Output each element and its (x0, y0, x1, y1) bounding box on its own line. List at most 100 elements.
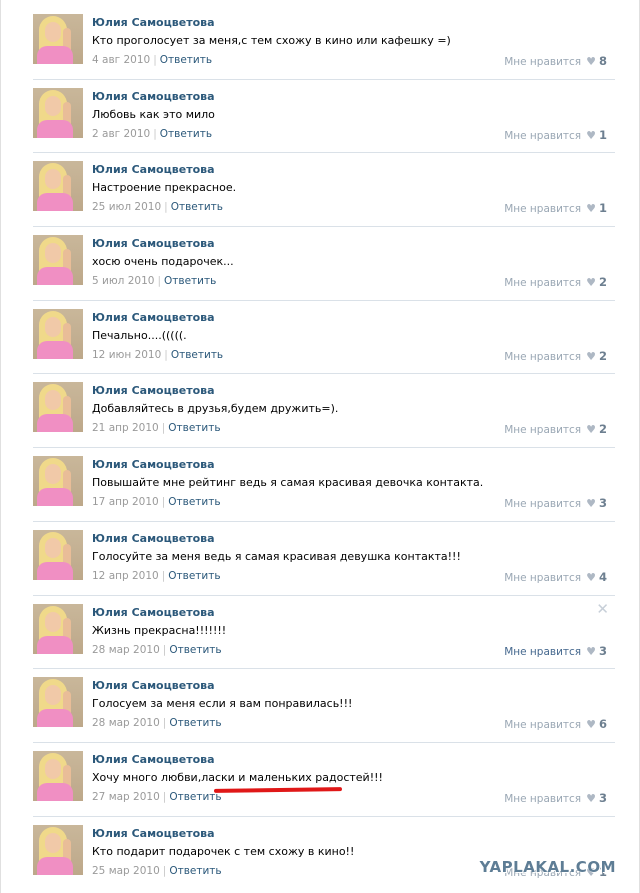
reply-link[interactable]: Ответить (171, 201, 223, 213)
post-date[interactable]: 25 июл 2010 (92, 201, 161, 213)
avatar[interactable] (33, 382, 83, 433)
post-meta: 28 мар 2010 | Ответить (92, 717, 222, 729)
post-author[interactable]: Юлия Самоцветова (92, 90, 215, 103)
reply-link[interactable]: Ответить (160, 54, 212, 66)
like-count: 6 (598, 717, 607, 732)
avatar[interactable] (33, 14, 83, 64)
reply-link[interactable]: Ответить (168, 496, 220, 508)
post-date[interactable]: 4 авг 2010 (92, 54, 150, 66)
heart-icon: ♥ (586, 202, 596, 216)
like-button[interactable]: Мне нравится ♥ 6 (504, 717, 607, 731)
post-author[interactable]: Юлия Самоцветова (92, 458, 215, 471)
post-date[interactable]: 21 апр 2010 (92, 422, 159, 434)
like-button[interactable]: Мне нравится ♥ 3 (504, 496, 607, 510)
wall-post: Юлия Самоцветова Хочу много любви,ласки … (33, 743, 615, 817)
like-button[interactable]: Мне нравится ♥ 2 (504, 349, 607, 363)
post-author[interactable]: Юлия Самоцветова (92, 606, 215, 619)
avatar[interactable] (33, 235, 83, 286)
avatar[interactable] (33, 529, 83, 580)
avatar[interactable] (33, 456, 83, 507)
post-author[interactable]: Юлия Самоцветова (92, 753, 215, 766)
like-button[interactable]: Мне нравится ♥ 1 (504, 201, 607, 215)
reply-link[interactable]: Ответить (169, 865, 221, 877)
like-button[interactable]: Мне нравится ♥ 3 (504, 644, 607, 658)
post-text: Голосуем за меня если я вам понравилась!… (92, 697, 353, 711)
heart-icon: ♥ (586, 423, 596, 437)
post-text: Кто подарит подарочек с тем схожу в кино… (92, 844, 355, 858)
post-text: Хочу много любви,ласки и маленьких радос… (92, 770, 383, 784)
post-date[interactable]: 12 июн 2010 (92, 349, 161, 361)
post-meta: 2 авг 2010 | Ответить (92, 128, 212, 140)
reply-link[interactable]: Ответить (169, 717, 221, 729)
post-author[interactable]: Юлия Самоцветова (92, 311, 215, 324)
post-date[interactable]: 27 мар 2010 (92, 791, 160, 803)
post-date[interactable]: 25 мар 2010 (92, 865, 160, 877)
like-count: 2 (598, 348, 607, 363)
post-meta: 12 июн 2010 | Ответить (92, 349, 223, 361)
like-button[interactable]: Мне нравится ♥ 2 (504, 275, 607, 289)
post-author[interactable]: Юлия Самоцветова (92, 384, 215, 397)
like-label: Мне нравится (504, 792, 582, 805)
delete-post-icon[interactable]: ✕ (596, 600, 609, 618)
meta-separator: | (153, 127, 157, 140)
wall-post: Юлия Самоцветова Печально....(((((. 12 и… (33, 301, 615, 375)
wall-post: Юлия Самоцветова Голосуйте за меня ведь … (33, 522, 615, 596)
like-button[interactable]: Мне нравится ♥ 8 (504, 54, 607, 68)
post-author[interactable]: Юлия Самоцветова (92, 679, 215, 692)
post-author[interactable]: Юлия Самоцветова (92, 163, 215, 176)
reply-link[interactable]: Ответить (169, 791, 221, 803)
like-button[interactable]: Мне нравится ♥ 3 (504, 791, 607, 805)
meta-separator: | (161, 569, 166, 582)
avatar[interactable] (33, 603, 83, 654)
post-text: Любовь как это мило (92, 107, 215, 121)
like-button[interactable]: Мне нравится ♥ 4 (504, 570, 607, 584)
post-meta: 27 мар 2010 | Ответить (92, 791, 222, 803)
avatar[interactable] (33, 677, 83, 728)
reply-link[interactable]: Ответить (164, 275, 216, 287)
like-label: Мне нравится (504, 203, 582, 216)
wall-post: Юлия Самоцветова хосю очень подарочек...… (33, 227, 615, 301)
like-label: Мне нравится (504, 719, 582, 732)
reply-link[interactable]: Ответить (171, 349, 223, 361)
post-text: Печально....(((((. (92, 328, 187, 342)
avatar[interactable] (33, 824, 83, 875)
post-text: Добавляйтесь в друзья,будем дружить=). (92, 402, 339, 416)
like-count: 1 (598, 127, 607, 142)
wall-feed: Юлия Самоцветова Кто проголосует за меня… (33, 6, 615, 890)
reply-link[interactable]: Ответить (168, 570, 220, 582)
avatar[interactable] (33, 161, 83, 212)
post-text: Жизнь прекрасна!!!!!!! (92, 623, 227, 637)
wall-post: Юлия Самоцветова Кто подарит подарочек с… (33, 817, 615, 891)
post-date[interactable]: 12 апр 2010 (92, 570, 159, 582)
reply-link[interactable]: Ответить (160, 128, 212, 140)
avatar[interactable] (33, 87, 83, 138)
post-meta: 5 июл 2010 | Ответить (92, 275, 216, 287)
like-count: 4 (598, 569, 607, 584)
post-date[interactable]: 5 июл 2010 (92, 275, 154, 287)
meta-separator: | (162, 790, 167, 803)
heart-icon: ♥ (586, 349, 596, 363)
heart-icon: ♥ (586, 718, 596, 732)
post-author[interactable]: Юлия Самоцветова (92, 532, 215, 545)
like-button[interactable]: Мне нравится ♥ 1 (504, 128, 607, 142)
like-label: Мне нравится (504, 277, 582, 290)
wall-post: Юлия Самоцветова Голосуем за меня если я… (33, 669, 615, 743)
post-date[interactable]: 17 апр 2010 (92, 496, 159, 508)
wall-post: Юлия Самоцветова Кто проголосует за меня… (33, 6, 615, 80)
reply-link[interactable]: Ответить (169, 644, 221, 656)
like-label: Мне нравится (504, 129, 582, 142)
post-author[interactable]: Юлия Самоцветова (92, 827, 215, 840)
post-author[interactable]: Юлия Самоцветова (92, 16, 215, 29)
like-count: 2 (598, 422, 607, 437)
post-author[interactable]: Юлия Самоцветова (92, 237, 215, 250)
meta-separator: | (162, 643, 167, 656)
heart-icon: ♥ (586, 570, 596, 584)
post-date[interactable]: 28 мар 2010 (92, 644, 160, 656)
post-date[interactable]: 28 мар 2010 (92, 717, 160, 729)
reply-link[interactable]: Ответить (168, 422, 220, 434)
like-button[interactable]: Мне нравится ♥ 2 (504, 422, 607, 436)
post-date[interactable]: 2 авг 2010 (92, 128, 150, 140)
meta-separator: | (164, 348, 168, 361)
avatar[interactable] (33, 308, 83, 359)
avatar[interactable] (33, 750, 83, 801)
